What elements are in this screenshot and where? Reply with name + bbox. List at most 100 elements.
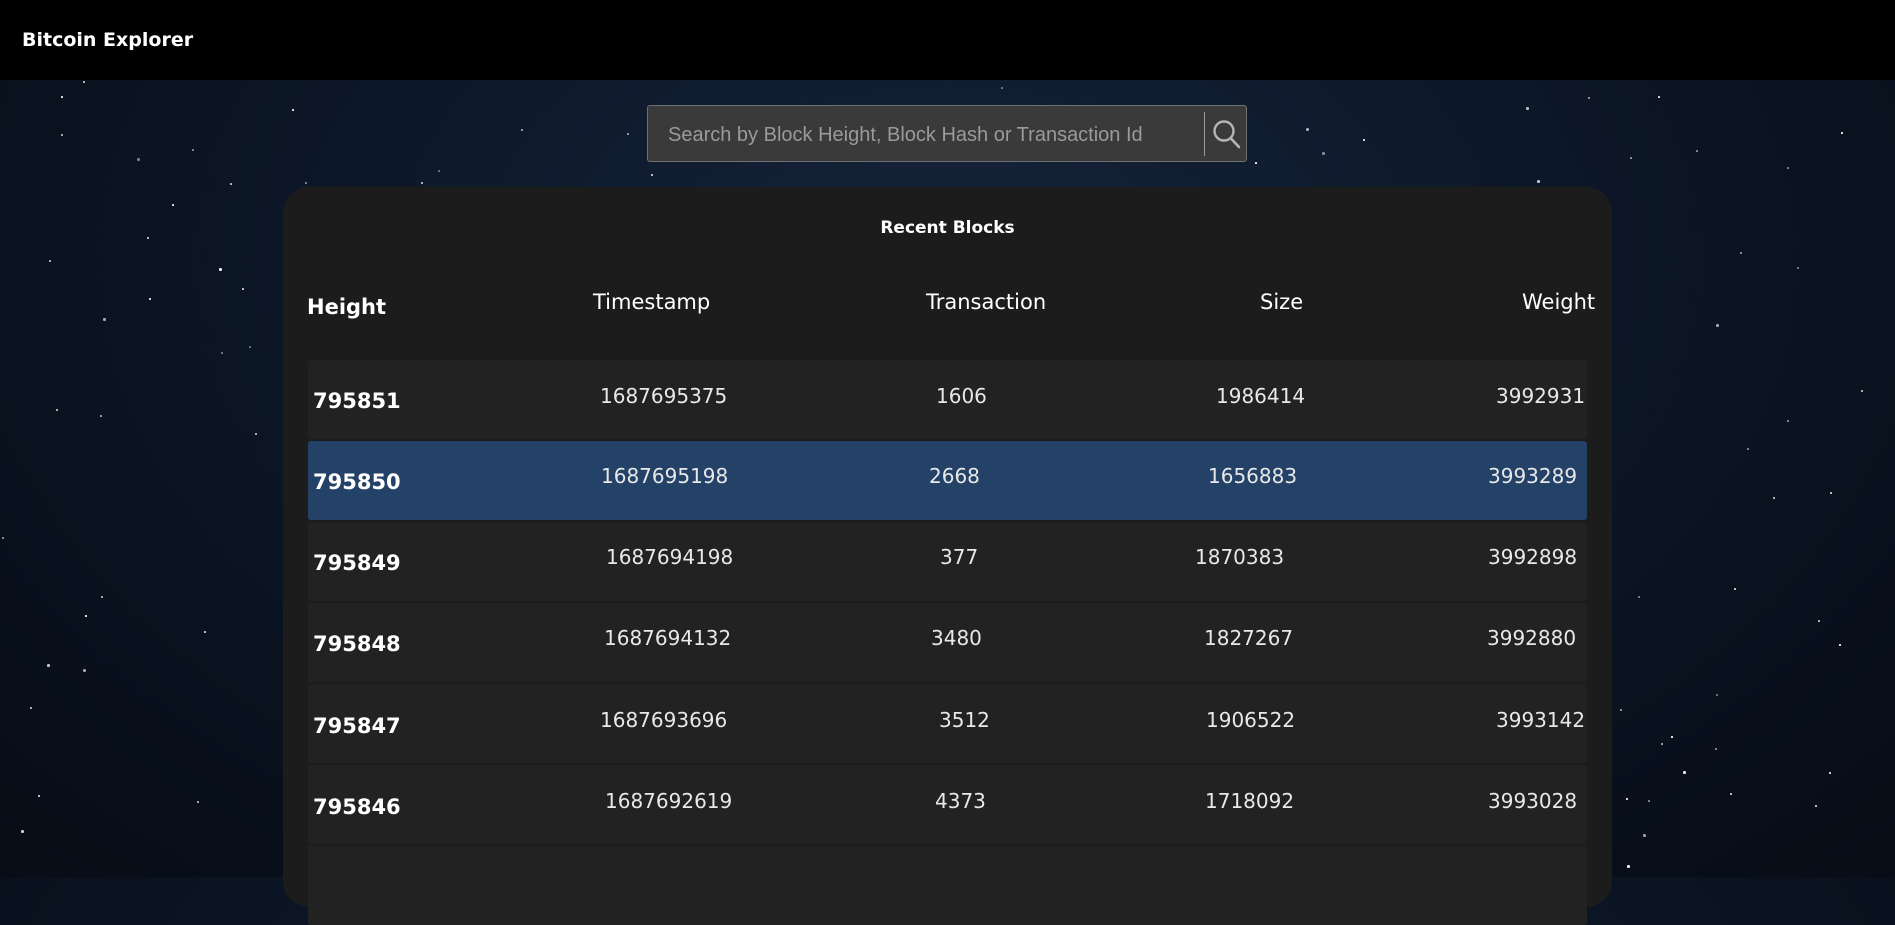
star [147,237,149,239]
star [1839,644,1841,646]
star [61,96,63,98]
cell-height: 795846 [313,795,401,819]
star [49,260,51,262]
star [1747,448,1749,450]
star [56,409,58,411]
star [192,149,194,151]
star [2,537,4,539]
star [1734,588,1736,590]
column-header-weight: Weight [1522,290,1596,314]
search-input[interactable] [666,118,1230,152]
search-bar [647,105,1247,162]
star [1815,805,1817,807]
cell-weight: 3993028 [1488,789,1578,813]
top-navbar: Bitcoin Explorer [0,0,1895,80]
star [249,346,251,348]
star [137,158,140,161]
star [1648,800,1650,802]
star [197,801,199,803]
table-row[interactable]: 795848 1687694132 3480 1827267 3992880 [308,603,1587,682]
app-title[interactable]: Bitcoin Explorer [22,29,193,51]
cell-transaction: 377 [940,545,979,569]
star [1643,834,1646,837]
cell-timestamp: 1687692619 [605,789,733,813]
star [103,318,106,321]
column-header-timestamp: Timestamp [593,290,711,314]
star [1588,97,1590,99]
star [1658,96,1660,98]
star [85,615,87,617]
search-button[interactable] [1208,114,1246,154]
star [1716,324,1719,327]
table-row-partial[interactable] [308,846,1587,925]
cell-timestamp: 1687693696 [600,708,728,732]
recent-blocks-panel: Recent Blocks Height Timestamp Transacti… [283,187,1612,925]
cell-size: 1986414 [1216,384,1306,408]
search-icon [1213,120,1241,149]
star [1671,736,1673,738]
star [1740,252,1742,254]
star [421,182,423,184]
cell-height: 795851 [313,389,401,413]
cell-weight: 3992880 [1487,626,1577,650]
table-row-selected[interactable]: 795850 1687695198 2668 1656883 3993289 [308,441,1587,520]
cell-transaction: 3512 [939,708,990,732]
cell-transaction: 2668 [929,464,980,488]
star [1787,167,1789,169]
cell-transaction: 3480 [931,626,982,650]
star [521,129,523,131]
star [172,204,174,206]
star [1630,157,1632,159]
star [1537,180,1540,183]
cell-height: 795849 [313,551,401,575]
star [219,268,222,271]
star [292,109,294,111]
star [21,830,24,833]
cell-transaction: 1606 [936,384,987,408]
star [1638,596,1640,598]
table-row[interactable]: 795849 1687694198 377 1870383 3992898 [308,522,1587,601]
panel-title: Recent Blocks [880,218,1015,238]
star [1683,771,1686,774]
star [1661,743,1663,745]
star [1001,87,1003,89]
cell-size: 1827267 [1204,626,1294,650]
cell-weight: 3993289 [1488,464,1578,488]
star [1787,420,1789,422]
star [627,133,629,135]
star [1363,139,1365,141]
star [1829,772,1831,774]
star [83,669,86,672]
star [221,352,223,354]
star [305,182,307,184]
table-row[interactable]: 795846 1687692619 4373 1718092 3993028 [308,765,1587,844]
star [1696,150,1698,152]
cell-timestamp: 1687695198 [601,464,729,488]
star [1841,132,1843,134]
star [242,288,244,290]
cell-weight: 3992931 [1496,384,1586,408]
cell-weight: 3993142 [1496,708,1586,732]
star [1818,620,1820,622]
star [230,183,232,185]
star [38,795,40,797]
star [1715,748,1717,750]
star [149,298,151,300]
star [100,415,102,417]
star [1620,709,1622,711]
star [1797,267,1799,269]
star [1627,865,1630,868]
star [101,596,103,598]
table-row[interactable]: 795847 1687693696 3512 1906522 3993142 [308,684,1587,763]
star [204,631,206,633]
cell-size: 1870383 [1195,545,1285,569]
cell-weight: 3992898 [1488,545,1578,569]
star [1526,107,1529,110]
table-row[interactable]: 795851 1687695375 1606 1986414 3992931 [308,360,1587,439]
column-header-size: Size [1260,290,1304,314]
column-header-transaction: Transaction [926,290,1047,314]
star [651,174,653,176]
star [1830,492,1832,494]
star [1306,128,1309,131]
star [83,81,85,83]
